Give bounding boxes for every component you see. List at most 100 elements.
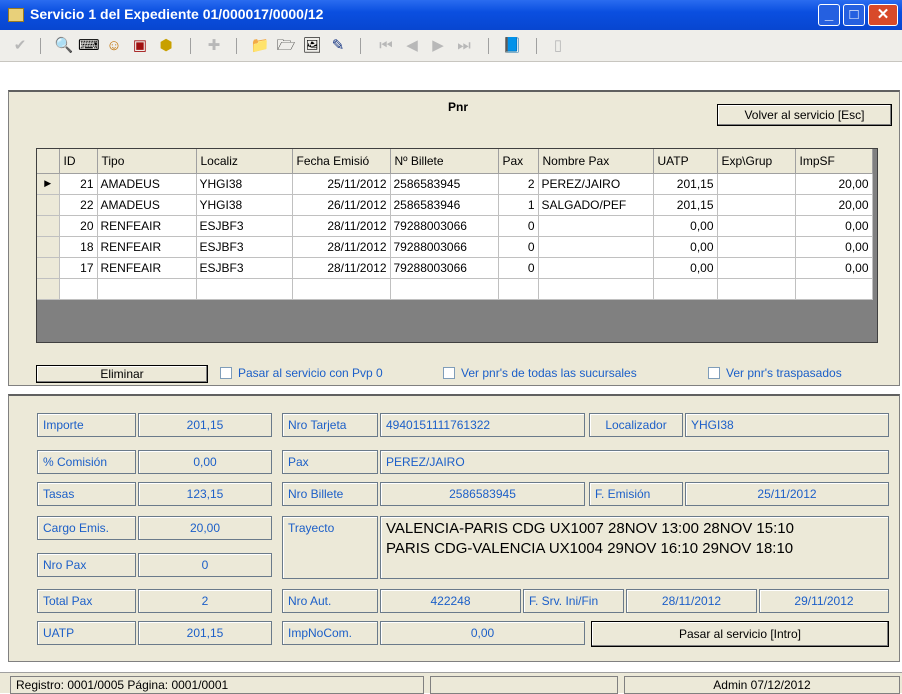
cell-fecha[interactable]: 28/11/2012 <box>292 236 391 258</box>
cell-pax[interactable]: 0 <box>498 236 539 258</box>
col-header-localiz[interactable]: Localiz <box>196 149 293 174</box>
cell-fecha[interactable]: 28/11/2012 <box>292 257 391 279</box>
cell-empty[interactable] <box>498 278 539 300</box>
cell-localiz[interactable]: ESJBF3 <box>196 236 293 258</box>
cell-empty[interactable] <box>196 278 293 300</box>
search-icon[interactable]: 🔍 <box>54 36 74 56</box>
cell-exp[interactable] <box>717 173 796 195</box>
billete-value[interactable]: 2586583945 <box>380 482 585 506</box>
table-row[interactable]: 17 RENFEAIR ESJBF3 28/11/2012 7928800306… <box>37 257 873 279</box>
edit-icon[interactable]: ✎ <box>328 36 348 56</box>
transferred-checkbox[interactable]: Ver pnr's traspasados <box>708 366 842 380</box>
pvp0-checkbox[interactable]: Pasar al servicio con Pvp 0 <box>220 366 383 380</box>
cell-id[interactable]: 21 <box>59 173 98 195</box>
cell-empty[interactable] <box>653 278 718 300</box>
uatp-value[interactable]: 201,15 <box>138 621 272 645</box>
cargo-value[interactable]: 20,00 <box>138 516 272 540</box>
trayecto-value[interactable]: VALENCIA-PARIS CDG UX1007 28NOV 13:00 28… <box>380 516 889 579</box>
table-row[interactable]: ▶ 21 AMADEUS YHGI38 25/11/2012 258658394… <box>37 173 873 195</box>
col-header-exp[interactable]: Exp\Grup <box>717 149 796 174</box>
table-row[interactable]: 18 RENFEAIR ESJBF3 28/11/2012 7928800306… <box>37 236 873 258</box>
table-row[interactable]: 22 AMADEUS YHGI38 26/11/2012 2586583946 … <box>37 194 873 216</box>
impnocom-value[interactable]: 0,00 <box>380 621 585 645</box>
cell-id[interactable]: 20 <box>59 215 98 237</box>
cell-fecha[interactable]: 28/11/2012 <box>292 215 391 237</box>
aut-value[interactable]: 422248 <box>380 589 521 613</box>
smiley-icon[interactable]: ☺ <box>104 36 124 56</box>
report-icon[interactable]: ▣ <box>130 36 150 56</box>
tasas-value[interactable]: 123,15 <box>138 482 272 506</box>
col-header-pax[interactable]: Pax <box>498 149 539 174</box>
cell-pax[interactable]: 0 <box>498 257 539 279</box>
cell-empty[interactable] <box>292 278 391 300</box>
emision-value[interactable]: 25/11/2012 <box>685 482 889 506</box>
cell-empty[interactable] <box>97 278 197 300</box>
exit-icon[interactable]: ▯ <box>548 36 568 56</box>
cell-empty[interactable] <box>717 278 796 300</box>
cell-id[interactable]: 22 <box>59 194 98 216</box>
col-header-fecha[interactable]: Fecha Emisió <box>292 149 391 174</box>
cell-exp[interactable] <box>717 236 796 258</box>
plus-icon[interactable]: ✚ <box>204 36 224 56</box>
cell-billete[interactable]: 79288003066 <box>390 215 499 237</box>
cell-exp[interactable] <box>717 215 796 237</box>
cell-localiz[interactable]: YHGI38 <box>196 173 293 195</box>
nropax-value[interactable]: 0 <box>138 553 272 577</box>
last-icon[interactable]: ⏭ <box>454 36 474 56</box>
cell-uatp[interactable]: 0,00 <box>653 236 718 258</box>
cell-billete[interactable]: 2586583945 <box>390 173 499 195</box>
cell-id[interactable]: 18 <box>59 236 98 258</box>
maximize-button[interactable]: □ <box>843 4 865 26</box>
check-icon[interactable]: ✔ <box>10 36 30 56</box>
cell-impsf[interactable]: 20,00 <box>795 194 873 216</box>
totalpax-value[interactable]: 2 <box>138 589 272 613</box>
col-header-impsf[interactable]: ImpSF <box>795 149 873 174</box>
open-icon[interactable]: 🗁 <box>276 36 296 56</box>
cell-fecha[interactable]: 25/11/2012 <box>292 173 391 195</box>
cell-localiz[interactable]: YHGI38 <box>196 194 293 216</box>
minimize-button[interactable]: _ <box>818 4 840 26</box>
cell-billete[interactable]: 2586583946 <box>390 194 499 216</box>
checkbox-box[interactable] <box>708 367 720 379</box>
cell-id[interactable]: 17 <box>59 257 98 279</box>
cell-tipo[interactable]: RENFEAIR <box>97 236 197 258</box>
folder-new-icon[interactable]: 📁 <box>250 36 270 56</box>
cell-tipo[interactable]: AMADEUS <box>97 194 197 216</box>
checkbox-box[interactable] <box>220 367 232 379</box>
cell-nombre[interactable] <box>538 215 654 237</box>
importe-value[interactable]: 201,15 <box>138 413 272 437</box>
cell-localiz[interactable]: ESJBF3 <box>196 257 293 279</box>
cell-nombre[interactable] <box>538 236 654 258</box>
cell-impsf[interactable]: 0,00 <box>795 236 873 258</box>
col-header-tipo[interactable]: Tipo <box>97 149 197 174</box>
cell-impsf[interactable]: 20,00 <box>795 173 873 195</box>
keyboard-icon[interactable]: ⌨ <box>78 36 100 56</box>
book-icon[interactable]: 📘 <box>502 36 522 56</box>
cell-uatp[interactable]: 0,00 <box>653 215 718 237</box>
next-icon[interactable]: ▶ <box>428 36 448 56</box>
checkbox-box[interactable] <box>443 367 455 379</box>
cell-pax[interactable]: 2 <box>498 173 539 195</box>
cell-empty[interactable] <box>538 278 654 300</box>
cell-localiz[interactable]: ESJBF3 <box>196 215 293 237</box>
cell-billete[interactable]: 79288003066 <box>390 236 499 258</box>
cell-tipo[interactable]: AMADEUS <box>97 173 197 195</box>
localizador-value[interactable]: YHGI38 <box>685 413 889 437</box>
all-branches-checkbox[interactable]: Ver pnr's de todas las sucursales <box>443 366 637 380</box>
srv-ini-value[interactable]: 28/11/2012 <box>626 589 757 613</box>
cell-empty[interactable] <box>390 278 499 300</box>
cell-nombre[interactable] <box>538 257 654 279</box>
cell-tipo[interactable]: RENFEAIR <box>97 257 197 279</box>
cell-exp[interactable] <box>717 257 796 279</box>
cell-nombre[interactable]: PEREZ/JAIRO <box>538 173 654 195</box>
cell-empty[interactable] <box>59 278 98 300</box>
cell-empty[interactable] <box>795 278 873 300</box>
cell-impsf[interactable]: 0,00 <box>795 257 873 279</box>
cell-pax[interactable]: 1 <box>498 194 539 216</box>
col-header-id[interactable]: ID <box>59 149 98 174</box>
cube-icon[interactable]: ⬢ <box>156 36 176 56</box>
pasar-al-servicio-button[interactable]: Pasar al servicio [Intro] <box>591 621 889 647</box>
col-header-nombre[interactable]: Nombre Pax <box>538 149 654 174</box>
cell-fecha[interactable]: 26/11/2012 <box>292 194 391 216</box>
cell-pax[interactable]: 0 <box>498 215 539 237</box>
